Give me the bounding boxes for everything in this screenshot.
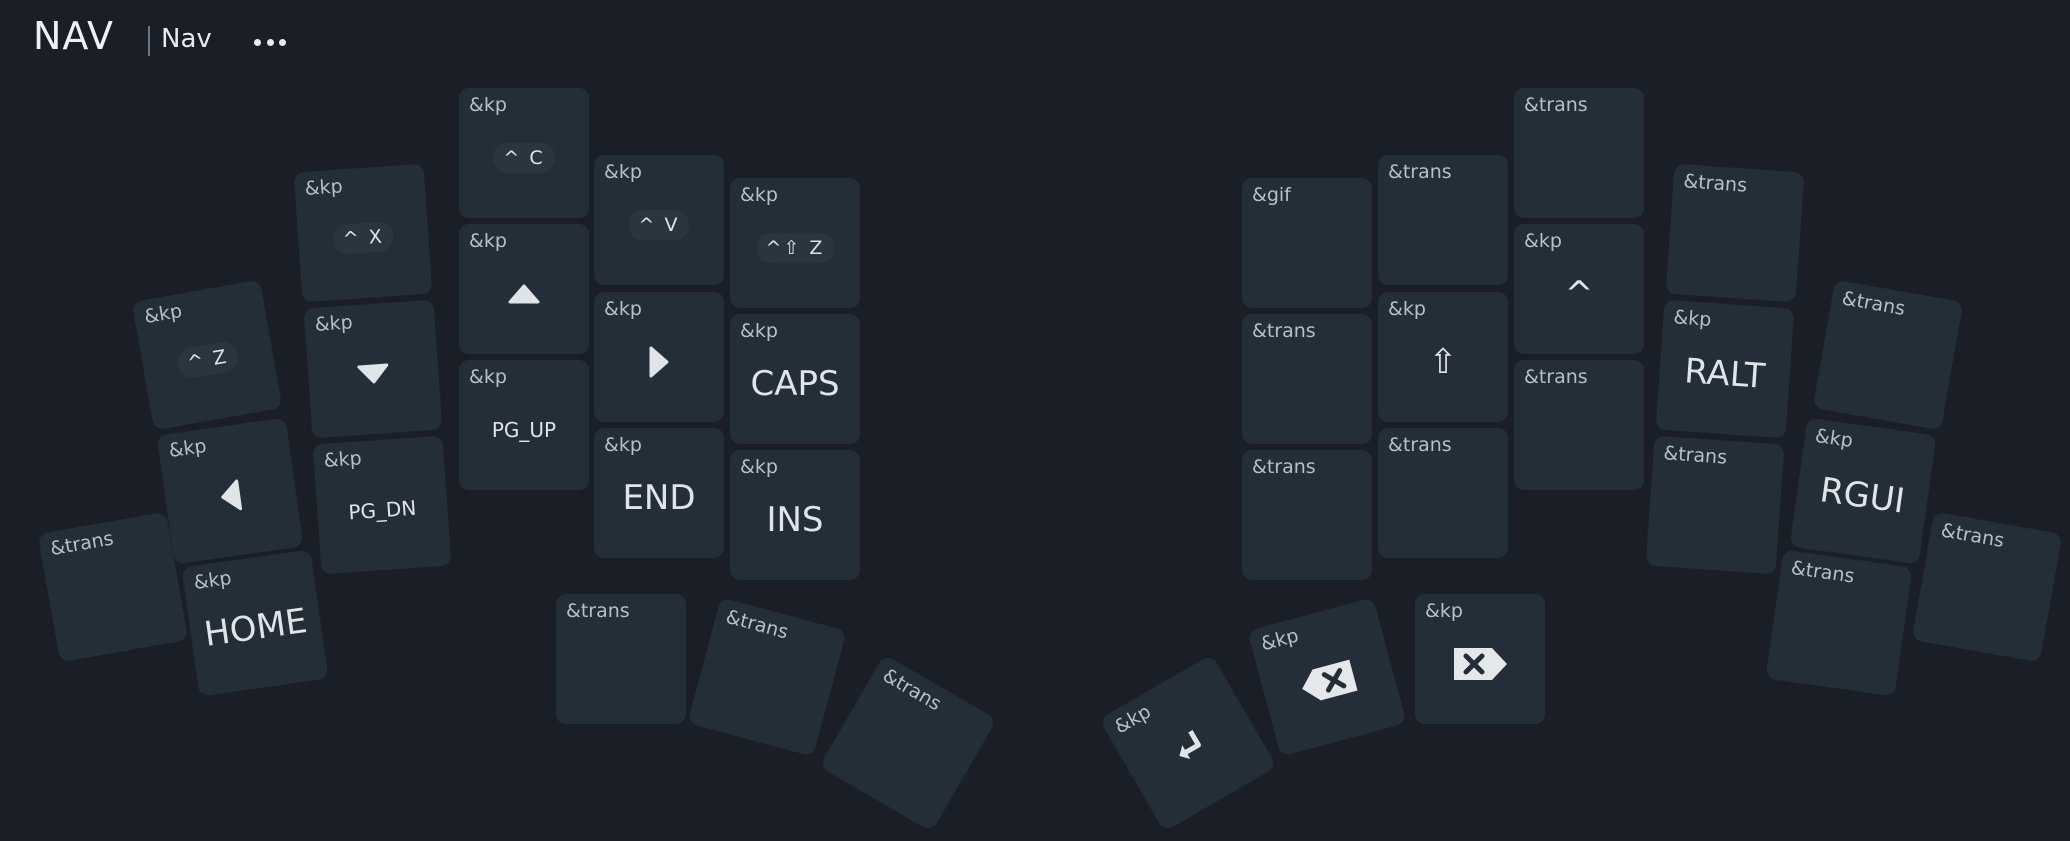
key-r-c5-r2[interactable]: &trans [1911, 511, 2063, 663]
arrow-up-icon [504, 282, 544, 306]
key-binding-label: &kp [740, 320, 778, 342]
key-r-c4-r3[interactable]: &trans [1765, 549, 1913, 697]
key-r-c3-r1[interactable]: &kp RALT [1655, 299, 1795, 439]
return-icon [1163, 720, 1218, 775]
key-l-c5-r2[interactable]: &kp INS [730, 450, 860, 580]
key-binding-label: &kp [1425, 600, 1463, 622]
key-l-c5-r0[interactable]: &kp ^⇧ Z [730, 178, 860, 308]
arrow-left-icon [216, 474, 245, 517]
key-binding-label: &kp [1672, 306, 1713, 331]
key-legend-icon [1099, 654, 1277, 832]
key-r-c2-r0[interactable]: &trans [1514, 88, 1644, 218]
key-binding-label: &kp [142, 299, 184, 329]
key-legend [38, 512, 189, 663]
key-legend: ^ X [331, 220, 395, 256]
key-binding-label: &trans [723, 605, 791, 644]
key-binding-label: &trans [1524, 366, 1588, 388]
title-divider [148, 26, 150, 56]
arrow-down-icon [353, 361, 395, 388]
key-legend: ^ V [628, 210, 690, 240]
key-binding-label: &kp [604, 161, 642, 183]
key-binding-label: &trans [1789, 556, 1856, 588]
key-r-c4-r2[interactable]: &kp RGUI [1789, 417, 1937, 565]
key-r-c2-r1[interactable]: &kp ^ [1514, 224, 1644, 354]
key-l-c1-r2[interactable]: &kp HOME [181, 549, 329, 697]
layer-title: NAV [33, 14, 114, 58]
key-l-c5-r1[interactable]: &kp CAPS [730, 314, 860, 444]
key-r-c1-r2[interactable]: &trans [1378, 428, 1508, 558]
key-legend-icon [1247, 597, 1406, 756]
key-l-c3-r2[interactable]: &kp PG_UP [459, 360, 589, 490]
key-binding-label: &kp [167, 434, 208, 463]
key-l-c3-r1[interactable]: &kp [459, 224, 589, 354]
key-binding-label: &kp [740, 184, 778, 206]
key-binding-label: &kp [604, 434, 642, 456]
key-l-c4-r1[interactable]: &kp [594, 292, 724, 422]
key-binding-label: &kp [604, 298, 642, 320]
key-binding-label: &kp [1813, 424, 1855, 452]
key-l-c4-r0[interactable]: &kp ^ V [594, 155, 724, 285]
key-binding-label: &trans [1524, 94, 1588, 116]
key-binding-label: &trans [1252, 320, 1316, 342]
key-binding-label: &kp [469, 366, 507, 388]
key-legend: RGUI [1817, 470, 1908, 522]
key-l-c0-r2[interactable]: &trans [37, 511, 189, 663]
key-legend: ^ Z [175, 339, 241, 380]
key-binding-label: &kp [192, 566, 233, 595]
key-binding-label: &kp [469, 94, 507, 116]
key-binding-label: &trans [1939, 519, 2006, 553]
key-binding-label: &kp [469, 230, 507, 252]
key-l-t1[interactable]: &trans [687, 597, 847, 757]
key-l-c3-r0[interactable]: &kp ^ C [459, 88, 589, 218]
key-binding-label: &kp [323, 447, 363, 472]
key-legend-chip: ^ Z [132, 280, 283, 431]
key-r-c1-r1[interactable]: &kp ⇧ [1378, 292, 1508, 422]
key-r-c3-r0[interactable]: &trans [1665, 163, 1805, 303]
key-binding-label: &kp [314, 311, 354, 336]
key-binding-label: &trans [1662, 442, 1728, 469]
key-binding-label: &kp [1524, 230, 1562, 252]
key-legend: ^ C [493, 143, 555, 173]
key-binding-label: &kp [304, 175, 344, 200]
key-binding-label: &trans [1388, 161, 1452, 183]
key-r-c0-r1[interactable]: &trans [1242, 314, 1372, 444]
delete-icon [1450, 644, 1510, 684]
key-binding-label: &trans [878, 664, 946, 716]
key-r-c4-r1[interactable]: &trans [1812, 279, 1964, 431]
arrow-right-icon [647, 342, 671, 382]
key-legend: ^⇧ Z [755, 233, 835, 263]
layer-header: NAV Nav [0, 0, 2070, 80]
layer-tab-nav[interactable]: Nav [161, 24, 212, 54]
backspace-icon [1294, 655, 1362, 709]
key-binding-label: &gif [1252, 184, 1291, 206]
key-l-c1-r1[interactable]: &kp [156, 417, 304, 565]
key-binding-label: &kp [1110, 700, 1155, 739]
key-l-c2-r1[interactable]: &kp [303, 299, 443, 439]
key-r-t1[interactable]: &kp [1247, 597, 1407, 757]
key-binding-label: &trans [48, 527, 116, 561]
key-r-c3-r2[interactable]: &trans [1645, 435, 1785, 575]
key-l-c2-r2[interactable]: &kp PG_DN [312, 435, 452, 575]
ellipsis-icon[interactable] [252, 28, 288, 56]
key-binding-label: &kp [1258, 624, 1301, 656]
key-binding-label: &kp [1388, 298, 1426, 320]
key-r-c1-r0[interactable]: &trans [1378, 155, 1508, 285]
key-binding-label: &kp [740, 456, 778, 478]
key-l-c2-r0[interactable]: &kp ^ X [293, 163, 433, 303]
key-binding-label: &trans [1682, 170, 1748, 197]
key-l-t2[interactable]: &trans [819, 654, 997, 832]
key-r-c0-r2[interactable]: &trans [1242, 450, 1372, 580]
key-r-t2[interactable]: &kp [1415, 594, 1545, 724]
key-binding-label: &trans [1388, 434, 1452, 456]
key-l-c4-r2[interactable]: &kp END [594, 428, 724, 558]
key-r-c2-r2[interactable]: &trans [1514, 360, 1644, 490]
key-l-c1-r0[interactable]: &kp ^ Z [131, 279, 283, 431]
key-binding-label: &trans [566, 600, 630, 622]
key-r-t0[interactable]: &kp [1099, 654, 1277, 832]
key-l-t0[interactable]: &trans [556, 594, 686, 724]
key-binding-label: &trans [1252, 456, 1316, 478]
key-binding-label: &trans [1840, 287, 1907, 321]
key-r-c0-r0[interactable]: &gif [1242, 178, 1372, 308]
